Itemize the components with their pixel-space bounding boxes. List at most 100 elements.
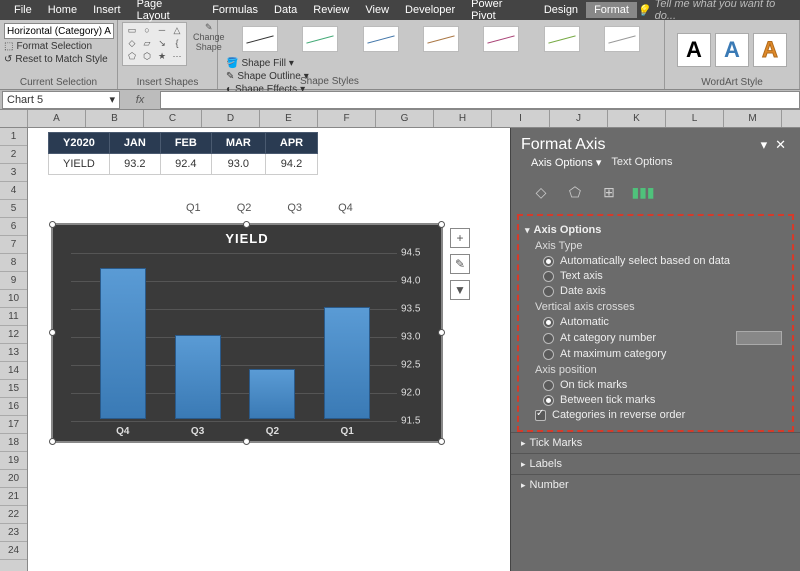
row-header[interactable]: 16	[0, 398, 27, 416]
radio-crosses-auto[interactable]: Automatic	[543, 316, 786, 328]
chart-styles-button[interactable]: ✎	[450, 254, 470, 274]
row-header[interactable]: 6	[0, 218, 27, 236]
row-header[interactable]: 8	[0, 254, 27, 272]
menu-insert[interactable]: Insert	[85, 2, 129, 18]
formula-input[interactable]	[160, 91, 800, 109]
row-header[interactable]: 21	[0, 488, 27, 506]
category-number-input[interactable]	[736, 331, 782, 345]
resize-handle[interactable]	[438, 438, 445, 445]
resize-handle[interactable]	[438, 329, 445, 336]
chart-filters-button[interactable]: ▼	[450, 280, 470, 300]
axis-options-icon[interactable]: ▮▮▮	[633, 182, 653, 202]
radio-on-tick-marks[interactable]: On tick marks	[543, 379, 786, 391]
chart-plot-area[interactable]: 91.592.092.593.093.594.094.5Q4Q3Q2Q1	[71, 253, 397, 419]
menu-formulas[interactable]: Formulas	[204, 2, 266, 18]
chart-bar[interactable]	[175, 335, 221, 419]
row-header[interactable]: 15	[0, 380, 27, 398]
fx-icon[interactable]: fx	[120, 94, 160, 106]
table-cell[interactable]: 93.0	[211, 154, 265, 175]
menu-format[interactable]: Format	[586, 2, 637, 18]
resize-handle[interactable]	[438, 221, 445, 228]
line-style-swatch[interactable]	[302, 26, 338, 52]
col-header[interactable]: F	[318, 110, 376, 127]
col-header[interactable]: L	[666, 110, 724, 127]
line-style-swatch[interactable]	[544, 26, 580, 52]
row-header[interactable]: 14	[0, 362, 27, 380]
col-header[interactable]: M	[724, 110, 782, 127]
radio-crosses-at-category[interactable]: At category number	[543, 331, 786, 345]
row-header[interactable]: 4	[0, 182, 27, 200]
row-header[interactable]: 11	[0, 308, 27, 326]
col-header[interactable]: H	[434, 110, 492, 127]
row-header[interactable]: 17	[0, 416, 27, 434]
col-header[interactable]: E	[260, 110, 318, 127]
resize-handle[interactable]	[49, 329, 56, 336]
wordart-swatch[interactable]: A	[677, 33, 711, 67]
chart-bar[interactable]	[324, 307, 370, 419]
menu-review[interactable]: Review	[305, 2, 357, 18]
line-style-swatch[interactable]	[363, 26, 399, 52]
col-header[interactable]: J	[550, 110, 608, 127]
col-header[interactable]: K	[608, 110, 666, 127]
chart-object[interactable]: YIELD 91.592.092.593.093.594.094.5Q4Q3Q2…	[52, 224, 442, 442]
reset-match-style-button[interactable]: ↺Reset to Match Style	[4, 54, 113, 65]
worksheet-grid[interactable]: Y2020 JAN FEB MAR APR YIELD 93.2 92.4 93…	[28, 128, 800, 571]
shape-fill-button[interactable]: 🪣Shape Fill▾	[226, 58, 318, 69]
col-header[interactable]: D	[202, 110, 260, 127]
shape-style-gallery[interactable]	[222, 22, 660, 56]
col-header[interactable]: I	[492, 110, 550, 127]
row-header[interactable]: 23	[0, 524, 27, 542]
wordart-swatch[interactable]: A	[753, 33, 787, 67]
pane-menu-icon[interactable]: ▾	[757, 137, 772, 153]
line-style-swatch[interactable]	[423, 26, 459, 52]
radio-between-tick-marks[interactable]: Between tick marks	[543, 394, 786, 406]
section-axis-options[interactable]: Axis Options	[525, 224, 786, 236]
resize-handle[interactable]	[243, 221, 250, 228]
checkbox-reverse-order[interactable]: Categories in reverse order	[535, 409, 786, 421]
table-cell[interactable]: 92.4	[160, 154, 211, 175]
row-header[interactable]: 18	[0, 434, 27, 452]
resize-handle[interactable]	[243, 438, 250, 445]
row-header[interactable]: 3	[0, 164, 27, 182]
table-cell[interactable]: 93.2	[109, 154, 160, 175]
section-tick-marks[interactable]: Tick Marks	[511, 432, 800, 453]
row-header[interactable]: 10	[0, 290, 27, 308]
col-header[interactable]: C	[144, 110, 202, 127]
col-header[interactable]: G	[376, 110, 434, 127]
col-header[interactable]: B	[86, 110, 144, 127]
chart-bar[interactable]	[249, 369, 295, 419]
line-style-swatch[interactable]	[604, 26, 640, 52]
fill-line-icon[interactable]: ◇	[531, 182, 551, 202]
resize-handle[interactable]	[49, 221, 56, 228]
shape-gallery[interactable]: ▭○─△ ◇▱↘{ ⬠⬡★⋯	[122, 22, 187, 66]
menu-home[interactable]: Home	[40, 2, 85, 18]
line-style-swatch[interactable]	[483, 26, 519, 52]
chart-elements-button[interactable]: +	[450, 228, 470, 248]
row-header[interactable]: 9	[0, 272, 27, 290]
menu-view[interactable]: View	[357, 2, 397, 18]
tab-text-options[interactable]: Text Options	[611, 156, 672, 172]
radio-crosses-at-max[interactable]: At maximum category	[543, 348, 786, 360]
menu-file[interactable]: File	[6, 2, 40, 18]
tell-me-search[interactable]: 💡 Tell me what you want to do...	[637, 0, 794, 22]
row-header[interactable]: 20	[0, 470, 27, 488]
radio-axis-type-text[interactable]: Text axis	[543, 270, 786, 282]
table-cell[interactable]: YIELD	[49, 154, 110, 175]
menu-developer[interactable]: Developer	[397, 2, 463, 18]
row-header[interactable]: 13	[0, 344, 27, 362]
section-labels[interactable]: Labels	[511, 453, 800, 474]
row-header[interactable]: 2	[0, 146, 27, 164]
table-cell[interactable]: 94.2	[265, 154, 317, 175]
name-box[interactable]: Chart 5▾	[2, 91, 120, 109]
row-header[interactable]: 7	[0, 236, 27, 254]
format-selection-button[interactable]: ⬚Format Selection	[4, 41, 113, 52]
radio-axis-type-auto[interactable]: Automatically select based on data	[543, 255, 786, 267]
row-header[interactable]: 22	[0, 506, 27, 524]
menu-design[interactable]: Design	[536, 2, 586, 18]
row-header[interactable]: 12	[0, 326, 27, 344]
close-icon[interactable]: ✕	[771, 137, 790, 153]
row-header[interactable]: 19	[0, 452, 27, 470]
wordart-swatch[interactable]: A	[715, 33, 749, 67]
row-header[interactable]: 1	[0, 128, 27, 146]
col-header[interactable]: A	[28, 110, 86, 127]
